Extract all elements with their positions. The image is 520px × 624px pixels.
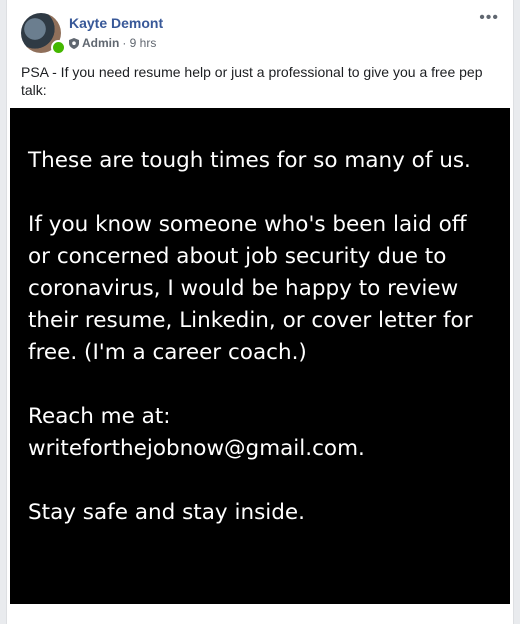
- more-options-icon[interactable]: •••: [479, 10, 499, 26]
- post-meta: Admin · 9 hrs: [69, 36, 156, 50]
- post-caption: PSA - If you need resume help or just a …: [21, 64, 483, 98]
- image-text-para4: Stay safe and stay inside.: [28, 500, 305, 525]
- image-text-para2: If you know someone who's been laid off …: [28, 212, 473, 365]
- admin-shield-icon: [69, 37, 79, 49]
- admin-role-label: Admin: [82, 36, 120, 50]
- post-timestamp[interactable]: · 9 hrs: [122, 36, 156, 50]
- post-card: Kayte Demont Admin · 9 hrs ••• PSA - If …: [6, 0, 514, 624]
- post-header: Kayte Demont Admin · 9 hrs •••: [7, 0, 513, 60]
- image-text-line1: These are tough times for so many of us.: [28, 148, 471, 173]
- post-image[interactable]: These are tough times for so many of us.…: [10, 108, 510, 604]
- image-text-para3: Reach me at: writeforthejobnow@gmail.com…: [28, 404, 365, 461]
- online-status-dot: [51, 40, 66, 55]
- author-name[interactable]: Kayte Demont: [69, 15, 163, 31]
